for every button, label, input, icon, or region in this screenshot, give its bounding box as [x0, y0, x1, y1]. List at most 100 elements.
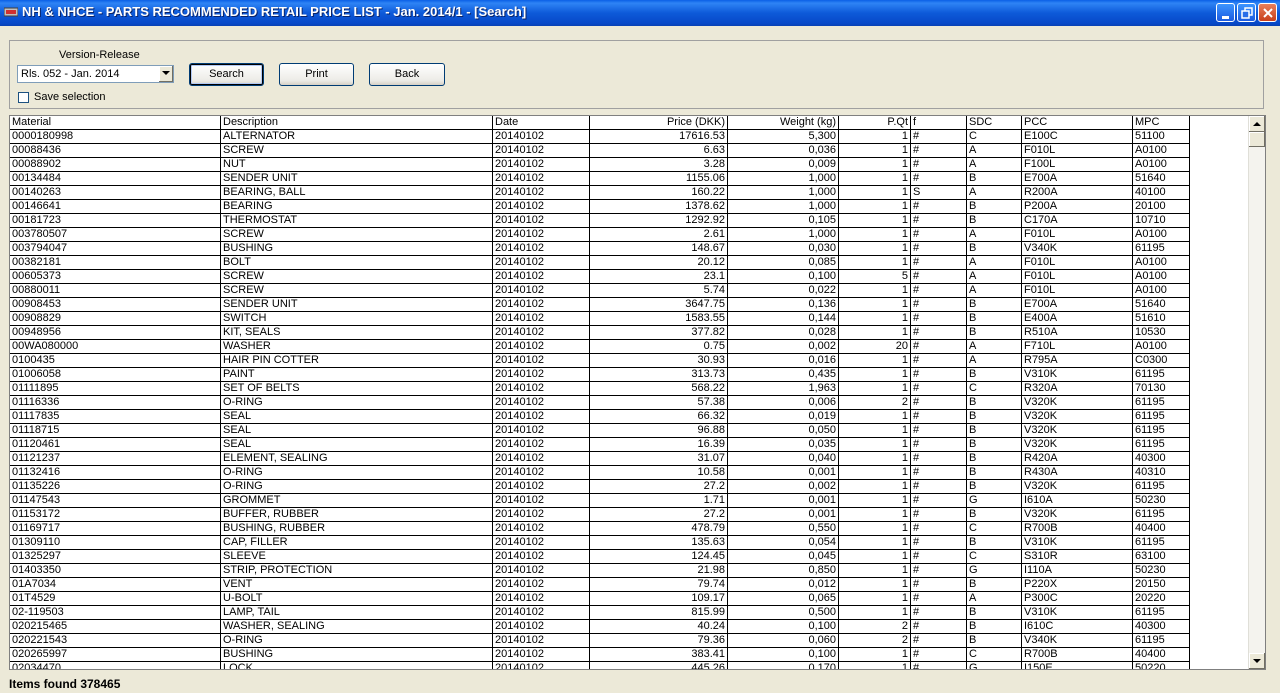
table-row[interactable]: 0000180998 ALTERNATOR 20140102 17616.53 5,30… [10, 130, 1190, 144]
results-table[interactable]: Material Description Date Price (DKK) We… [9, 115, 1266, 670]
table-row[interactable]: 003794047 BUSHING 20140102 148.67 0,030 1 # B V3… [10, 242, 1190, 256]
table-cell: # [911, 144, 967, 158]
table-row[interactable]: 00140263 BEARING, BALL 20140102 160.22 1,000… [10, 186, 1190, 200]
table-cell: 01A7034 [10, 578, 221, 592]
table-row[interactable]: 00088902 NUT 20140102 3.28 0,009 1 # A F100L A010… [10, 158, 1190, 172]
table-row[interactable]: 01118715 SEAL 20140102 96.88 0,050 1 # B V320K 61… [10, 424, 1190, 438]
table-row[interactable]: 00WA080000 WASHER 20140102 0.75 0,002 20 # A F71… [10, 340, 1190, 354]
table-cell: 1 [839, 130, 911, 144]
table-cell: 1 [839, 368, 911, 382]
print-button[interactable]: Print [279, 63, 354, 86]
table-cell: 61195 [1133, 242, 1190, 256]
table-row[interactable]: 01120461 SEAL 20140102 16.39 0,035 1 # B V320K 61… [10, 438, 1190, 452]
table-cell: 020221543 [10, 634, 221, 648]
vertical-scrollbar[interactable] [1248, 116, 1265, 669]
table-cell: I610C [1022, 620, 1133, 634]
scroll-thumb[interactable] [1249, 132, 1265, 147]
table-cell: B [967, 452, 1022, 466]
table-row[interactable]: 00088436 SCREW 20140102 6.63 0,036 1 # A F010L A0… [10, 144, 1190, 158]
column-header[interactable]: MPC [1133, 116, 1190, 130]
table-row[interactable]: 01A7034 VENT 20140102 79.74 0,012 1 # B P220X 201… [10, 578, 1190, 592]
minimize-icon [1222, 16, 1229, 19]
close-button[interactable] [1258, 3, 1277, 22]
table-cell: B [967, 620, 1022, 634]
table-cell: V320K [1022, 508, 1133, 522]
table-row[interactable]: 01309110 CAP, FILLER 20140102 135.63 0,054 1 #… [10, 536, 1190, 550]
table-row[interactable]: 01147543 GROMMET 20140102 1.71 0,001 1 # G I610A… [10, 494, 1190, 508]
table-row[interactable]: 020221543 O-RING 20140102 79.36 0,060 2 # B V340… [10, 634, 1190, 648]
scroll-up-button[interactable] [1249, 116, 1265, 132]
search-button[interactable]: Search [189, 63, 264, 86]
table-row[interactable]: 00908453 SENDER UNIT 20140102 3647.75 0,136 1… [10, 298, 1190, 312]
table-row[interactable]: 01169717 BUSHING, RUBBER 20140102 478.79 0,5… [10, 522, 1190, 536]
restore-button[interactable] [1237, 3, 1256, 22]
table-cell: 27.2 [590, 480, 728, 494]
table-row[interactable]: 02-119503 LAMP, TAIL 20140102 815.99 0,500 1 #… [10, 606, 1190, 620]
table-row[interactable]: 01T4529 U-BOLT 20140102 109.17 0,065 1 # A P300C… [10, 592, 1190, 606]
table-cell: S310R [1022, 550, 1133, 564]
table-cell: 20140102 [493, 284, 590, 298]
table-row[interactable]: 01006058 PAINT 20140102 313.73 0,435 1 # B V310K… [10, 368, 1190, 382]
table-row[interactable]: 00134484 SENDER UNIT 20140102 1155.06 1,000 1… [10, 172, 1190, 186]
column-header[interactable]: Material [10, 116, 221, 130]
table-row[interactable]: 003780507 SCREW 20140102 2.61 1,000 1 # A F010L A… [10, 228, 1190, 242]
table-cell: # [911, 368, 967, 382]
table-row[interactable]: 020265997 BUSHING 20140102 383.41 0,100 1 # C R7… [10, 648, 1190, 662]
table-cell: V310K [1022, 368, 1133, 382]
column-header[interactable]: Weight (kg) [728, 116, 839, 130]
column-header[interactable]: f [911, 116, 967, 130]
column-header[interactable]: P.Qt [839, 116, 911, 130]
column-header[interactable]: Price (DKK) [590, 116, 728, 130]
table-row[interactable]: 00382181 BOLT 20140102 20.12 0,085 1 # A F010L A0… [10, 256, 1190, 270]
version-release-select[interactable]: Rls. 052 - Jan. 2014 [17, 65, 174, 83]
save-selection-checkbox[interactable] [18, 92, 29, 103]
table-row[interactable]: 00880011 SCREW 20140102 5.74 0,022 1 # A F010L A0… [10, 284, 1190, 298]
table-cell: I110A [1022, 564, 1133, 578]
table-cell: SLEEVE [221, 550, 493, 564]
table-cell: 20140102 [493, 354, 590, 368]
table-cell: R510A [1022, 326, 1133, 340]
table-row[interactable]: 01153172 BUFFER, RUBBER 20140102 27.2 0,001 1… [10, 508, 1190, 522]
column-header[interactable]: PCC [1022, 116, 1133, 130]
table-cell: # [911, 592, 967, 606]
table-row[interactable]: 01111895 SET OF BELTS 20140102 568.22 1,963 1… [10, 382, 1190, 396]
minimize-button[interactable] [1216, 3, 1235, 22]
scroll-down-button[interactable] [1249, 653, 1265, 669]
table-row[interactable]: 020215465 WASHER, SEALING 20140102 40.24 0,1… [10, 620, 1190, 634]
column-header[interactable]: SDC [967, 116, 1022, 130]
column-header[interactable]: Date [493, 116, 590, 130]
table-row[interactable]: 01325297 SLEEVE 20140102 124.45 0,045 1 # C S310… [10, 550, 1190, 564]
table-cell: 61195 [1133, 424, 1190, 438]
table-row[interactable]: 01135226 O-RING 20140102 27.2 0,002 1 # B V320K 6… [10, 480, 1190, 494]
table-cell: A [967, 158, 1022, 172]
table-cell: BUFFER, RUBBER [221, 508, 493, 522]
table-cell: 20140102 [493, 648, 590, 662]
dropdown-button[interactable] [158, 66, 173, 82]
column-header[interactable]: Description [221, 116, 493, 130]
back-button[interactable]: Back [369, 63, 445, 86]
table-cell: 40100 [1133, 186, 1190, 200]
table-cell: A [967, 186, 1022, 200]
table-cell: 1 [839, 158, 911, 172]
table-row[interactable]: 0100435 HAIR PIN COTTER 20140102 30.93 0,016… [10, 354, 1190, 368]
table-row[interactable]: 00181723 THERMOSTAT 20140102 1292.92 0,105 1 #… [10, 214, 1190, 228]
table-row[interactable]: 00146641 BEARING 20140102 1378.62 1,000 1 # B P2… [10, 200, 1190, 214]
title-bar[interactable]: NH & NHCE - PARTS RECOMMENDED RETAIL PRI… [0, 0, 1280, 26]
table-row[interactable]: 00605373 SCREW 20140102 23.1 0,100 5 # A F010L A0… [10, 270, 1190, 284]
table-cell: 1 [839, 606, 911, 620]
table-cell: C [967, 648, 1022, 662]
table-cell: 57.38 [590, 396, 728, 410]
table-cell: LOCK [221, 662, 493, 669]
table-row[interactable]: 00948956 KIT, SEALS 20140102 377.82 0,028 1 # B… [10, 326, 1190, 340]
table-cell: 00134484 [10, 172, 221, 186]
table-row[interactable]: 02034470 LOCK 20140102 445.26 0,170 1 # G I150E 5… [10, 662, 1190, 669]
table-row[interactable]: 01116336 O-RING 20140102 57.38 0,006 2 # B V320K… [10, 396, 1190, 410]
table-row[interactable]: 01132416 O-RING 20140102 10.58 0,001 1 # B R430A… [10, 466, 1190, 480]
table-row[interactable]: 01403350 STRIP, PROTECTION 20140102 21.98 0,… [10, 564, 1190, 578]
table-cell: 0,105 [728, 214, 839, 228]
table-row[interactable]: 00908829 SWITCH 20140102 1583.55 0,144 1 # B E40… [10, 312, 1190, 326]
table-cell: BEARING, BALL [221, 186, 493, 200]
table-row[interactable]: 01117835 SEAL 20140102 66.32 0,019 1 # B V320K 61… [10, 410, 1190, 424]
table-row[interactable]: 01121237 ELEMENT, SEALING 20140102 31.07 0,0… [10, 452, 1190, 466]
table-cell: SCREW [221, 270, 493, 284]
